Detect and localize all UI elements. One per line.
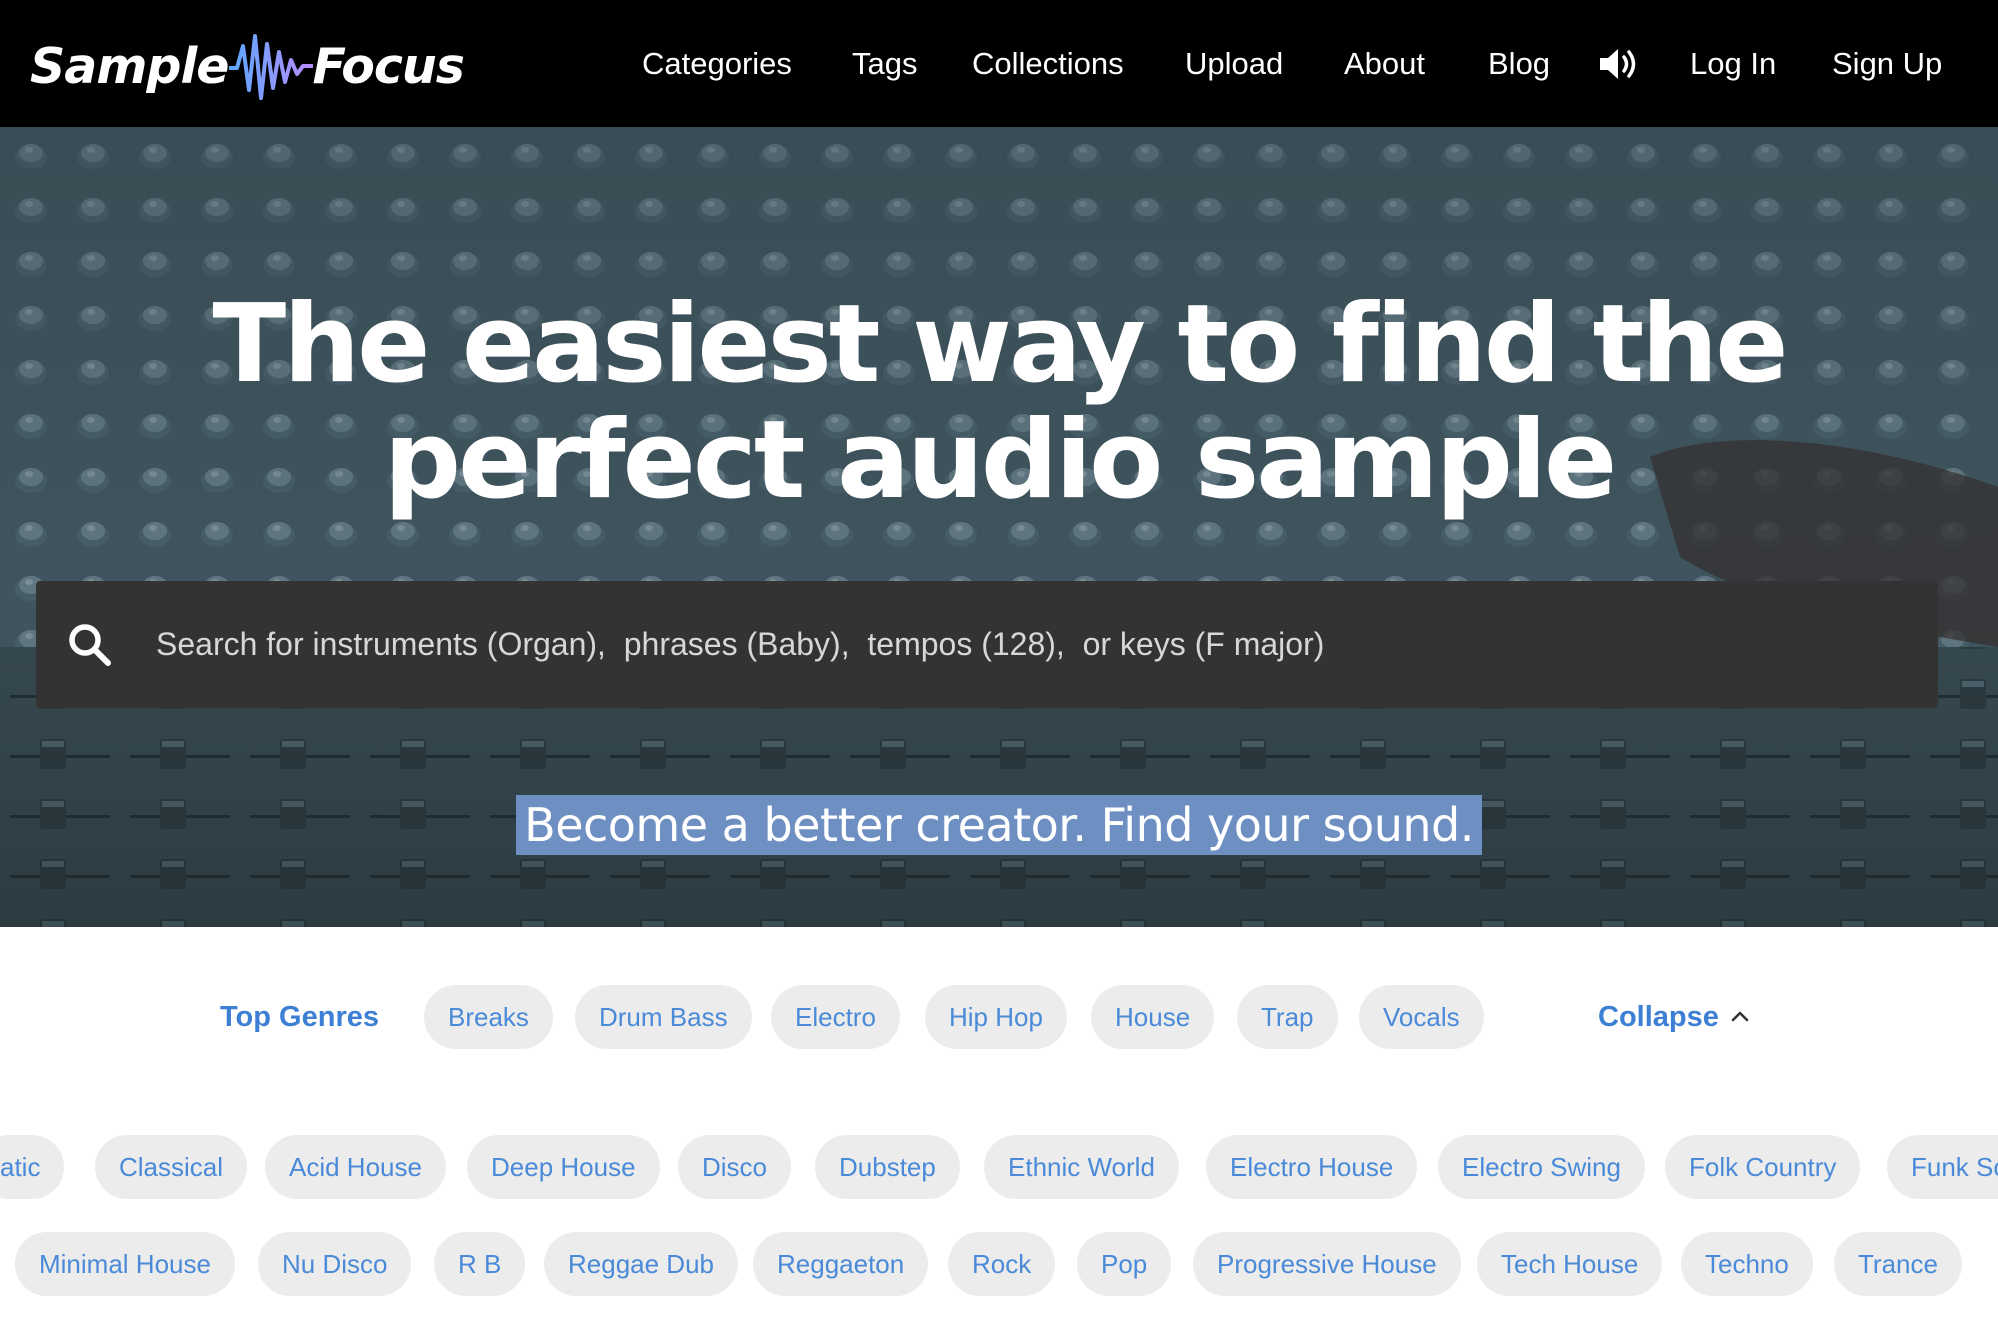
tagline: Become a better creator. Find your sound… — [0, 795, 1998, 855]
genre-chip-cinematic[interactable]: atic — [0, 1135, 65, 1199]
nav-blog[interactable]: Blog — [1488, 40, 1550, 88]
genre-chip-electro-house[interactable]: Electro House — [1206, 1135, 1418, 1199]
genres-section: Top Genres Breaks Drum Bass Electro Hip … — [0, 927, 1998, 1342]
top-genres-label: Top Genres — [220, 1001, 379, 1033]
samplefocus-logo[interactable]: Sample Focus — [30, 26, 465, 106]
collapse-label: Collapse — [1598, 1001, 1719, 1033]
genre-chip-r-b[interactable]: R B — [434, 1232, 526, 1296]
waveform-icon — [228, 34, 313, 100]
hero-heading: The easiest way to find the perfect audi… — [212, 282, 1789, 523]
nav-categories[interactable]: Categories — [642, 40, 792, 88]
genre-chip-funk-soul[interactable]: Funk So — [1887, 1135, 1998, 1199]
signup-link[interactable]: Sign Up — [1832, 40, 1942, 88]
genre-chip-vocals[interactable]: Vocals — [1359, 985, 1484, 1049]
collapse-button[interactable]: Collapse — [1598, 985, 1749, 1049]
search-bar[interactable] — [36, 581, 1938, 708]
genre-chip-breaks[interactable]: Breaks — [424, 985, 553, 1049]
genre-chip-nu-disco[interactable]: Nu Disco — [258, 1232, 412, 1296]
search-icon[interactable] — [66, 621, 112, 667]
nav-upload[interactable]: Upload — [1185, 40, 1283, 88]
search-input[interactable] — [156, 581, 1896, 708]
nav-tags[interactable]: Tags — [852, 40, 917, 88]
genre-chip-classical[interactable]: Classical — [95, 1135, 248, 1199]
genre-chip-electro[interactable]: Electro — [771, 985, 900, 1049]
top-nav: Sample Focus Categories Tags Collections… — [0, 0, 1998, 127]
genre-chip-techno[interactable]: Techno — [1681, 1232, 1813, 1296]
genre-chip-trance[interactable]: Trance — [1834, 1232, 1962, 1296]
logo-text-sample: Sample — [30, 37, 230, 95]
genre-chip-rock[interactable]: Rock — [948, 1232, 1056, 1296]
hero-section: The easiest way to find the perfect audi… — [0, 127, 1998, 927]
genre-chip-ethnic-world[interactable]: Ethnic World — [984, 1135, 1179, 1199]
chevron-up-icon — [1731, 1011, 1749, 1022]
genre-chip-deep-house[interactable]: Deep House — [467, 1135, 660, 1199]
genre-chip-drum-bass[interactable]: Drum Bass — [575, 985, 752, 1049]
genre-chip-reggaeton[interactable]: Reggaeton — [753, 1232, 929, 1296]
genre-chip-minimal-house[interactable]: Minimal House — [15, 1232, 235, 1296]
genre-chip-hip-hop[interactable]: Hip Hop — [925, 985, 1067, 1049]
genre-chip-folk-country[interactable]: Folk Country — [1665, 1135, 1861, 1199]
speaker-volume-icon[interactable] — [1598, 44, 1640, 84]
nav-collections[interactable]: Collections — [972, 40, 1124, 88]
genre-chip-acid-house[interactable]: Acid House — [265, 1135, 446, 1199]
tagline-text: Become a better creator. Find your sound… — [516, 795, 1482, 855]
genre-chip-pop[interactable]: Pop — [1077, 1232, 1172, 1296]
nav-about[interactable]: About — [1344, 40, 1425, 88]
genre-chip-dubstep[interactable]: Dubstep — [815, 1135, 960, 1199]
genre-chip-reggae-dub[interactable]: Reggae Dub — [544, 1232, 738, 1296]
logo-text-focus: Focus — [312, 37, 465, 95]
genre-chip-electro-swing[interactable]: Electro Swing — [1438, 1135, 1645, 1199]
genre-chip-progressive-house[interactable]: Progressive House — [1193, 1232, 1461, 1296]
genre-chip-disco[interactable]: Disco — [678, 1135, 792, 1199]
genre-chip-trap[interactable]: Trap — [1237, 985, 1338, 1049]
genre-chip-house[interactable]: House — [1091, 985, 1215, 1049]
login-link[interactable]: Log In — [1690, 40, 1776, 88]
genre-chip-tech-house[interactable]: Tech House — [1477, 1232, 1663, 1296]
